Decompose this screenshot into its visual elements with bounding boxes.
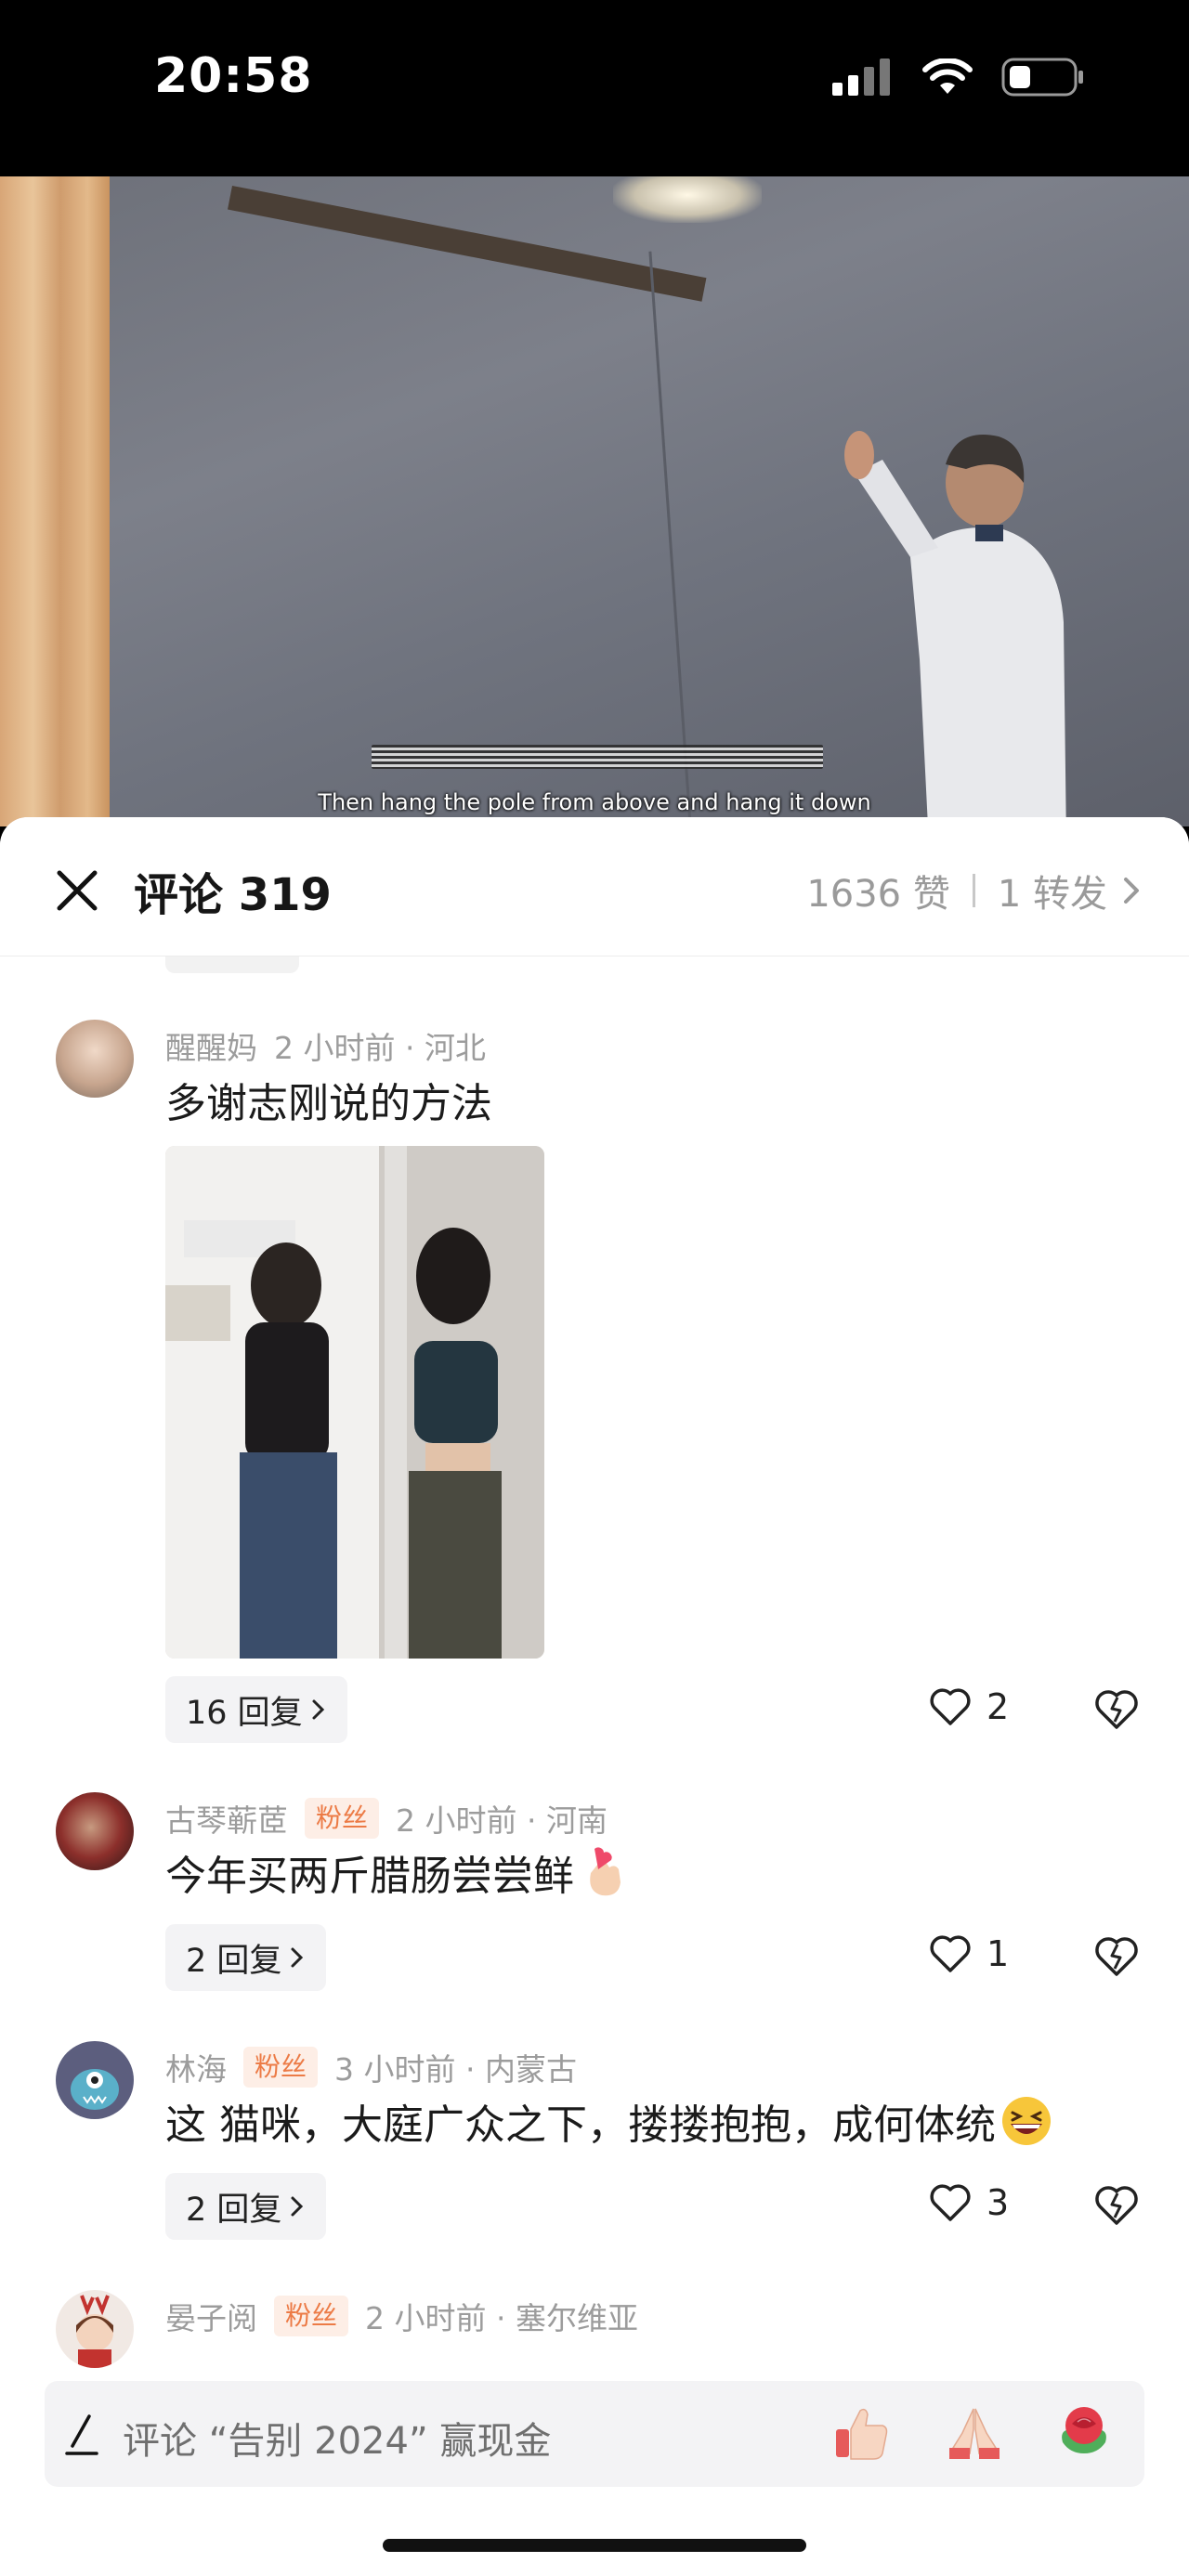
rose-emoji[interactable]: [1052, 2401, 1117, 2466]
comment-sheet: 评论 319 1636 赞 1 转发 醒醒妈 2 小时前 · 河北 多谢志刚说的…: [0, 817, 1189, 2576]
broken-heart-icon[interactable]: [1092, 2180, 1141, 2229]
status-time: 20:58: [154, 48, 313, 104]
pen-icon: [65, 2414, 98, 2455]
comment-input-bar[interactable]: 评论 “告别 2024” 赢现金: [45, 2381, 1144, 2487]
comment-time-location: 3 小时前 · 内蒙古: [334, 2051, 577, 2088]
comment-text: 今年买两斤腊肠尝尝鲜: [165, 1853, 574, 1900]
battery-icon: [1001, 58, 1083, 97]
comment-time-location: 2 小时前 · 河北: [274, 1030, 486, 1066]
chevron-right-icon: [291, 2196, 304, 2217]
reply-count: 16 回复: [186, 1694, 303, 1732]
chevron-right-icon: [291, 1947, 304, 1968]
video-curtain: [0, 176, 110, 826]
comment-meta: 醒醒妈 2 小时前 · 河北: [165, 1023, 486, 1068]
reply-count: 2 回复: [186, 2191, 282, 2229]
view-replies-button[interactable]: 16 回复: [165, 1676, 347, 1743]
video-player[interactable]: Then hang the pole from above and hang i…: [0, 176, 1189, 826]
subtitle-blurred: [372, 745, 823, 769]
like-count: 1: [986, 1933, 1010, 1974]
monster-avatar-image: [71, 2069, 119, 2110]
home-indicator[interactable]: [383, 2539, 806, 2552]
heart-icon: [930, 1935, 971, 1972]
view-replies-button[interactable]: 2 回复: [165, 2173, 327, 2240]
girl-avatar-image: [76, 2295, 113, 2368]
like-count: 3: [986, 2182, 1010, 2223]
comment-meta: 林海 粉丝 3 小时前 · 内蒙古: [165, 2045, 577, 2089]
post-stats[interactable]: 1636 赞 1 转发: [806, 864, 1144, 917]
finger-heart-emoji: [590, 1847, 621, 1896]
laughing-emoji: [1002, 2097, 1051, 2145]
pray-emoji[interactable]: [942, 2401, 1007, 2466]
like-button[interactable]: 3: [929, 2182, 1009, 2223]
avatar[interactable]: [56, 2041, 134, 2119]
status-icons: [832, 58, 1085, 97]
username[interactable]: 晏子阅: [165, 2294, 257, 2338]
comment-time-location: 2 小时前 · 河南: [396, 1802, 608, 1839]
signal-icon: [832, 59, 890, 96]
view-replies-button[interactable]: 2 回复: [165, 1924, 327, 1991]
chevron-right-icon: [1124, 878, 1139, 904]
avatar[interactable]: [56, 1020, 134, 1098]
thumbs-up-emoji[interactable]: [829, 2401, 894, 2466]
mirror-selfie-image: [165, 1146, 544, 1659]
comment-count-title: 评论 319: [134, 869, 332, 921]
comment-meta: 古琴蕲茝 粉丝 2 小时前 · 河南: [165, 1796, 608, 1841]
like-count: 1636 赞: [806, 873, 950, 916]
video-light: [613, 176, 762, 223]
video-subtitle: Then hang the pole from above and hang i…: [318, 789, 871, 815]
comment-sheet-header: 评论 319 1636 赞 1 转发: [0, 817, 1189, 956]
heart-icon: [930, 1688, 971, 1725]
like-button[interactable]: 1: [929, 1933, 1009, 1974]
avatar[interactable]: [56, 2290, 134, 2368]
comment-meta: 晏子阅 粉丝 2 小时前 · 塞尔维亚: [165, 2294, 638, 2338]
fan-badge: 粉丝: [274, 2296, 349, 2336]
comment-item: 林海 粉丝 3 小时前 · 内蒙古 这 猫咪，大庭广众之下，搂搂抱抱，成何体统 …: [0, 2041, 1189, 2292]
comment-time-location: 2 小时前 · 塞尔维亚: [365, 2300, 638, 2336]
broken-heart-icon[interactable]: [1092, 1685, 1141, 1733]
status-bar: 20:58: [0, 0, 1189, 176]
comment-text: 这 猫咪，大庭广众之下，搂搂抱抱，成何体统: [165, 2101, 996, 2149]
video-wall-corner: [648, 251, 692, 826]
comment-image[interactable]: [165, 1146, 544, 1659]
fan-badge: 粉丝: [305, 1798, 380, 1839]
avatar[interactable]: [56, 1792, 134, 1870]
chevron-right-icon: [312, 1699, 324, 1720]
heart-icon: [930, 2184, 971, 2221]
comment-item: 古琴蕲茝 粉丝 2 小时前 · 河南 今年买两斤腊肠尝尝鲜 2 回复 1: [0, 1792, 1189, 2043]
comment-input-placeholder: 评论 “告别 2024” 赢现金: [123, 2420, 552, 2463]
reply-count: 2 回复: [186, 1942, 282, 1980]
close-icon[interactable]: [48, 862, 106, 919]
share-count: 1 转发: [997, 873, 1107, 916]
comment-item: 醒醒妈 2 小时前 · 河北 多谢志刚说的方法 16 回复 2: [0, 817, 1189, 1885]
wifi-icon: [922, 59, 973, 94]
comment-text: 多谢志刚说的方法: [165, 1080, 492, 1127]
video-person: [844, 431, 1066, 826]
stats-divider: [972, 874, 975, 907]
username[interactable]: 林海: [165, 2045, 227, 2089]
username[interactable]: 醒醒妈: [165, 1023, 257, 1068]
like-count: 2: [986, 1686, 1010, 1727]
like-button[interactable]: 2: [929, 1686, 1009, 1727]
fan-badge: 粉丝: [243, 2047, 319, 2088]
username[interactable]: 古琴蕲茝: [165, 1796, 288, 1841]
broken-heart-icon[interactable]: [1092, 1932, 1141, 1980]
